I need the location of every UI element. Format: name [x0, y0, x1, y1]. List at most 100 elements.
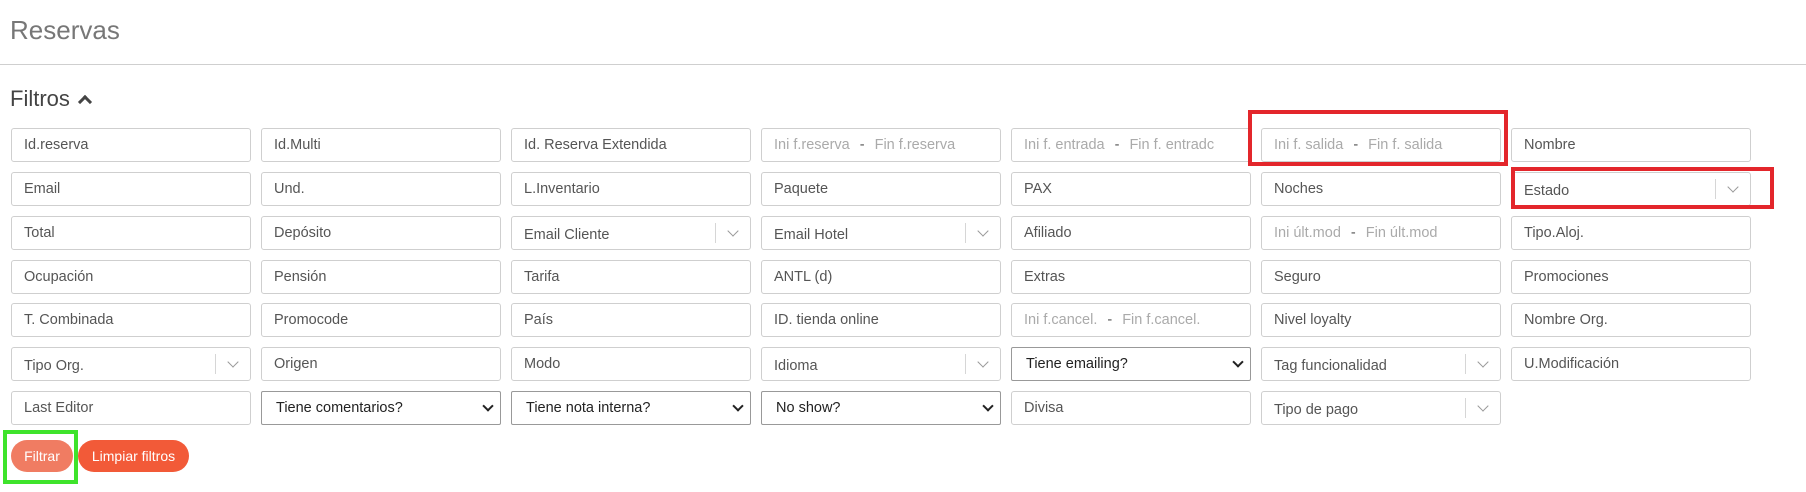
- u-modificacion-input[interactable]: U.Modificación: [1511, 347, 1751, 381]
- dropdown-toggle[interactable]: [966, 217, 1000, 249]
- combobox-placeholder: Tag funcionalidad: [1274, 357, 1387, 374]
- t-combinada-input[interactable]: T. Combinada: [11, 303, 251, 337]
- modo-input[interactable]: Modo: [511, 347, 751, 381]
- field-placeholder: Tarifa: [524, 269, 560, 285]
- id-multi-input[interactable]: Id.Multi: [261, 128, 501, 162]
- field-placeholder: Pensión: [274, 269, 327, 285]
- seguro-input[interactable]: Seguro: [1261, 260, 1501, 294]
- extras-input[interactable]: Extras: [1011, 260, 1251, 294]
- tiene-comentarios-select[interactable]: Tiene comentarios?: [261, 391, 501, 425]
- combobox-placeholder: Idioma: [774, 357, 818, 374]
- pax-input[interactable]: PAX: [1011, 172, 1251, 206]
- ocupacion-input[interactable]: Ocupación: [11, 260, 251, 294]
- chevron-down-icon: [982, 399, 994, 412]
- deposito-input[interactable]: Depósito: [261, 216, 501, 250]
- field-placeholder: Divisa: [1024, 400, 1064, 416]
- tiene-emailing-select[interactable]: Tiene emailing?: [1011, 347, 1251, 381]
- field-placeholder: Last Editor: [24, 400, 94, 416]
- field-placeholder: Und.: [274, 181, 305, 197]
- field-placeholder: Total: [24, 225, 55, 241]
- clear-filters-button[interactable]: Limpiar filtros: [78, 440, 189, 472]
- tag-funcionalidad-combobox[interactable]: Tag funcionalidad: [1261, 347, 1501, 381]
- id-tienda-online-input[interactable]: ID. tienda online: [761, 303, 1001, 337]
- range-to-placeholder: Fin f.cancel.: [1122, 312, 1201, 328]
- promocode-input[interactable]: Promocode: [261, 303, 501, 337]
- tipo-aloj-input[interactable]: Tipo.Aloj.: [1511, 216, 1751, 250]
- combobox-controls: [215, 348, 250, 380]
- origen-input[interactable]: Origen: [261, 347, 501, 381]
- filter-button[interactable]: Filtrar: [11, 440, 73, 472]
- ini-ult-mod-range-input[interactable]: Ini últ.mod - Fin últ.mod: [1261, 216, 1501, 250]
- nombre-org-input[interactable]: Nombre Org.: [1511, 303, 1751, 337]
- antl-d-input[interactable]: ANTL (d): [761, 260, 1001, 294]
- highlight-box-fecha-salida: [1248, 110, 1508, 166]
- tipo-org-combobox[interactable]: Tipo Org.: [11, 347, 251, 381]
- pension-input[interactable]: Pensión: [261, 260, 501, 294]
- tipo-de-pago-combobox[interactable]: Tipo de pago: [1261, 391, 1501, 425]
- divisa-input[interactable]: Divisa: [1011, 391, 1251, 425]
- select-value: No show?: [776, 400, 841, 416]
- combobox-controls: [1465, 392, 1500, 424]
- range-from-placeholder: Ini f. entrada: [1024, 137, 1105, 153]
- filters-toggle[interactable]: Filtros: [10, 86, 92, 112]
- combobox-controls: [965, 217, 1000, 249]
- title-divider: [0, 64, 1806, 65]
- tarifa-input[interactable]: Tarifa: [511, 260, 751, 294]
- field-placeholder: Modo: [524, 356, 561, 372]
- chevron-down-icon: [1477, 356, 1489, 368]
- range-to-placeholder: Fin últ.mod: [1365, 225, 1438, 241]
- field-placeholder: Seguro: [1274, 269, 1321, 285]
- email-input[interactable]: Email: [11, 172, 251, 206]
- nivel-loyalty-input[interactable]: Nivel loyalty: [1261, 303, 1501, 337]
- no-show-select[interactable]: No show?: [761, 391, 1001, 425]
- combobox-controls: [715, 217, 750, 249]
- range-separator: -: [1107, 312, 1113, 328]
- email-hotel-combobox[interactable]: Email Hotel: [761, 216, 1001, 250]
- ini-f-reserva-range-input[interactable]: Ini f.reserva - Fin f.reserva: [761, 128, 1001, 162]
- field-placeholder: Origen: [274, 356, 318, 372]
- id-reserva-extendida-input[interactable]: Id. Reserva Extendida: [511, 128, 751, 162]
- filters-heading-label: Filtros: [10, 86, 70, 111]
- id-reserva-input[interactable]: Id.reserva: [11, 128, 251, 162]
- chevron-down-icon: [1477, 400, 1489, 412]
- last-editor-input[interactable]: Last Editor: [11, 391, 251, 425]
- nombre-input[interactable]: Nombre: [1511, 128, 1751, 162]
- dropdown-toggle[interactable]: [1466, 348, 1500, 380]
- field-placeholder: ANTL (d): [774, 269, 833, 285]
- field-placeholder: Tipo.Aloj.: [1524, 225, 1584, 241]
- noches-input[interactable]: Noches: [1261, 172, 1501, 206]
- select-value: Tiene comentarios?: [276, 400, 403, 416]
- field-placeholder: Id.Multi: [274, 137, 321, 153]
- promociones-input[interactable]: Promociones: [1511, 260, 1751, 294]
- range-from-placeholder: Ini f.reserva: [774, 137, 850, 153]
- paquete-input[interactable]: Paquete: [761, 172, 1001, 206]
- dropdown-toggle[interactable]: [966, 348, 1000, 380]
- und-input[interactable]: Und.: [261, 172, 501, 206]
- total-input[interactable]: Total: [11, 216, 251, 250]
- field-placeholder: Depósito: [274, 225, 332, 241]
- l-inventario-input[interactable]: L.Inventario: [511, 172, 751, 206]
- field-placeholder: Nombre: [1524, 137, 1576, 153]
- tiene-nota-interna-select[interactable]: Tiene nota interna?: [511, 391, 751, 425]
- ini-f-cancel-range-input[interactable]: Ini f.cancel. - Fin f.cancel.: [1011, 303, 1251, 337]
- combobox-placeholder: Email Cliente: [524, 226, 610, 243]
- idioma-combobox[interactable]: Idioma: [761, 347, 1001, 381]
- dropdown-toggle[interactable]: [1466, 392, 1500, 424]
- select-value: Tiene emailing?: [1026, 356, 1128, 372]
- afiliado-input[interactable]: Afiliado: [1011, 216, 1251, 250]
- combobox-controls: [965, 348, 1000, 380]
- range-to-placeholder: Fin f. entradc: [1129, 137, 1215, 153]
- field-placeholder: L.Inventario: [524, 181, 600, 197]
- page-title: Reservas: [10, 15, 120, 45]
- email-cliente-combobox[interactable]: Email Cliente: [511, 216, 751, 250]
- dropdown-toggle[interactable]: [216, 348, 250, 380]
- field-placeholder: Promociones: [1524, 269, 1609, 285]
- combobox-controls: [1465, 348, 1500, 380]
- range-from-placeholder: Ini últ.mod: [1274, 225, 1341, 241]
- pais-input[interactable]: País: [511, 303, 751, 337]
- dropdown-toggle[interactable]: [716, 217, 750, 249]
- ini-f-entrada-range-input[interactable]: Ini f. entrada - Fin f. entradc: [1011, 128, 1251, 162]
- field-placeholder: Extras: [1024, 269, 1066, 285]
- combobox-placeholder: Email Hotel: [774, 226, 849, 243]
- range-from-placeholder: Ini f.cancel.: [1024, 312, 1098, 328]
